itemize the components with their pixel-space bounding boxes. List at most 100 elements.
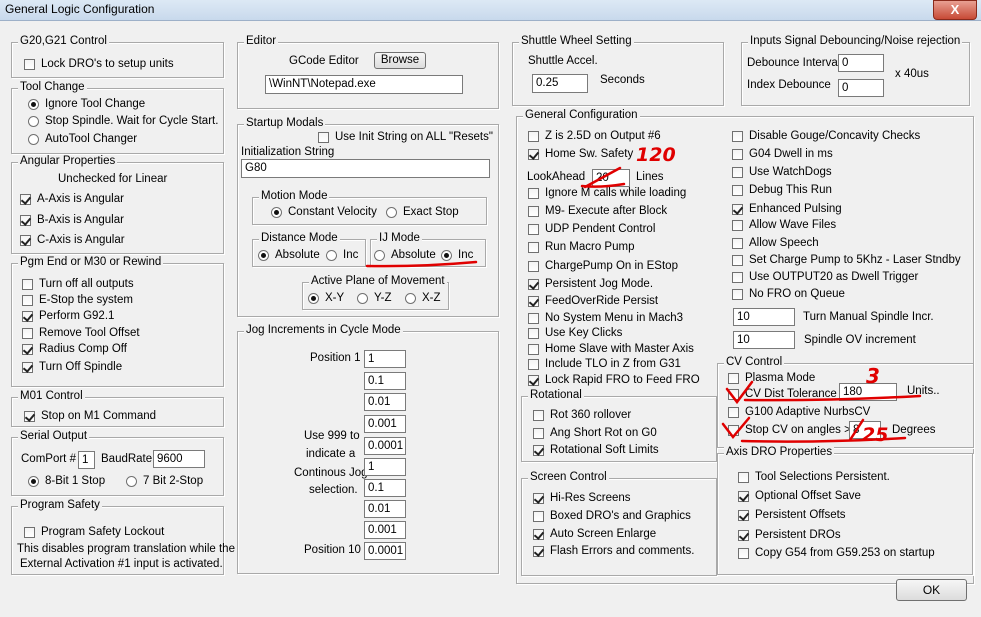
distance-inc-radio[interactable]: Inc (326, 249, 358, 261)
jog-value-9[interactable]: 0.001 (364, 521, 406, 539)
debug-run-checkbox[interactable]: Debug This Run (732, 184, 832, 196)
copy-g54-checkbox[interactable]: Copy G54 from G59.253 on startup (738, 547, 935, 559)
no-system-menu-checkbox[interactable]: No System Menu in Mach3 (528, 312, 683, 324)
debounce-interval-input[interactable]: 0 (838, 54, 884, 72)
use-watchdogs-checkbox[interactable]: Use WatchDogs (732, 166, 832, 178)
b-axis-checkbox[interactable]: B-Axis is Angular (20, 214, 124, 226)
safety-lockout-checkbox[interactable]: Program Safety Lockout (24, 526, 164, 538)
home-slave-checkbox[interactable]: Home Slave with Master Axis (528, 343, 694, 355)
rotational-caption: Rotational (528, 389, 584, 401)
turn-off-spindle-checkbox[interactable]: Turn Off Spindle (22, 361, 122, 373)
ij-caption: IJ Mode (377, 232, 422, 244)
remove-tool-offset-checkbox[interactable]: Remove Tool Offset (22, 327, 140, 339)
m9-execute-checkbox[interactable]: M9- Execute after Block (528, 205, 667, 217)
rot-360-checkbox[interactable]: Rot 360 rollover (533, 409, 631, 421)
baudrate-input[interactable]: 9600 (153, 450, 205, 468)
allow-speech-checkbox[interactable]: Allow Speech (732, 237, 819, 249)
boxed-dros-checkbox[interactable]: Boxed DRO's and Graphics (533, 510, 691, 522)
comport-input[interactable]: 1 (78, 451, 95, 469)
constant-velocity-radio[interactable]: Constant Velocity (271, 206, 377, 218)
persistent-jog-checkbox[interactable]: Persistent Jog Mode. (528, 278, 653, 290)
jog-caption: Jog Increments in Cycle Mode (244, 324, 403, 336)
run-macro-pump-checkbox[interactable]: Run Macro Pump (528, 241, 634, 253)
stop-spindle-radio[interactable]: Stop Spindle. Wait for Cycle Start. (28, 115, 218, 127)
spindle-incr-input[interactable]: 10 (733, 308, 795, 326)
persistent-offsets-checkbox[interactable]: Persistent Offsets (738, 509, 846, 521)
plasma-mode-checkbox[interactable]: Plasma Mode (728, 372, 815, 384)
output20-dwell-checkbox[interactable]: Use OUTPUT20 as Dwell Trigger (732, 271, 918, 283)
turn-off-outputs-checkbox[interactable]: Turn off all outputs (22, 278, 134, 290)
auto-screen-enlarge-checkbox[interactable]: Auto Screen Enlarge (533, 528, 656, 540)
lock-dro-checkbox[interactable]: Lock DRO's to setup units (24, 58, 174, 70)
shuttle-accel-input[interactable]: 0.25 (532, 74, 588, 93)
annotation-tolerance-value: 3 (866, 364, 880, 388)
stop-cv-angles-checkbox[interactable]: Stop CV on angles > (728, 424, 851, 436)
a-axis-checkbox[interactable]: A-Axis is Angular (20, 193, 124, 205)
7bit-radio[interactable]: 7 Bit 2-Stop (126, 475, 203, 487)
startup-caption: Startup Modals (244, 117, 326, 129)
jog-value-5[interactable]: 0.0001 (364, 437, 406, 455)
chargepump-estop-checkbox[interactable]: ChargePump On in EStop (528, 260, 678, 272)
home-sw-safety-checkbox[interactable]: Home Sw. Safety (528, 148, 633, 160)
8bit-radio[interactable]: 8-Bit 1 Stop (28, 475, 105, 487)
charge-pump-5khz-checkbox[interactable]: Set Charge Pump to 5Khz - Laser Stndby (732, 254, 961, 266)
stop-on-m1-checkbox[interactable]: Stop on M1 Command (24, 410, 156, 422)
pgm-end-caption: Pgm End or M30 or Rewind (18, 256, 164, 268)
z-2.5d-checkbox[interactable]: Z is 2.5D on Output #6 (528, 130, 661, 142)
lookahead-input[interactable]: 20 (592, 169, 630, 187)
shuttle-caption: Shuttle Wheel Setting (519, 35, 634, 47)
auto-tool-changer-radio[interactable]: AutoTool Changer (28, 133, 137, 145)
persistent-dros-checkbox[interactable]: Persistent DROs (738, 529, 841, 541)
c-axis-checkbox[interactable]: C-Axis is Angular (20, 234, 125, 246)
jog-value-10[interactable]: 0.0001 (364, 542, 406, 560)
perform-g92-checkbox[interactable]: Perform G92.1 (22, 310, 114, 322)
tool-selections-persistent-checkbox[interactable]: Tool Selections Persistent. (738, 471, 890, 483)
exact-stop-radio[interactable]: Exact Stop (386, 206, 459, 218)
jog-value-1[interactable]: 1 (364, 350, 406, 368)
g04-dwell-checkbox[interactable]: G04 Dwell in ms (732, 148, 833, 160)
allow-wave-files-checkbox[interactable]: Allow Wave Files (732, 219, 836, 231)
jog-value-7[interactable]: 0.1 (364, 479, 406, 497)
no-fro-queue-checkbox[interactable]: No FRO on Queue (732, 288, 845, 300)
radius-comp-off-checkbox[interactable]: Radius Comp Off (22, 343, 127, 355)
enhanced-pulsing-checkbox[interactable]: Enhanced Pulsing (732, 203, 842, 215)
ignore-tool-change-radio[interactable]: Ignore Tool Change (28, 98, 145, 110)
include-tlo-checkbox[interactable]: Include TLO in Z from G31 (528, 358, 681, 370)
close-button[interactable]: X (933, 0, 977, 20)
ang-short-rot-checkbox[interactable]: Ang Short Rot on G0 (533, 427, 657, 439)
distance-absolute-radio[interactable]: Absolute (258, 249, 320, 261)
jog-value-6[interactable]: 1 (364, 458, 406, 476)
ij-absolute-radio[interactable]: Absolute (374, 249, 436, 261)
hi-res-screens-checkbox[interactable]: Hi-Res Screens (533, 492, 631, 504)
editor-path-input[interactable]: \WinNT\Notepad.exe (265, 75, 463, 94)
ignore-m-calls-checkbox[interactable]: Ignore M calls while loading (528, 187, 686, 199)
plane-yz-radio[interactable]: Y-Z (357, 292, 391, 304)
lock-rapid-fro-checkbox[interactable]: Lock Rapid FRO to Feed FRO (528, 374, 700, 386)
screen-caption: Screen Control (528, 471, 609, 483)
use-init-string-checkbox[interactable]: Use Init String on ALL "Resets" (318, 131, 493, 143)
flash-errors-checkbox[interactable]: Flash Errors and comments. (533, 545, 694, 557)
browse-button[interactable]: Browse (374, 52, 426, 69)
optional-offset-save-checkbox[interactable]: Optional Offset Save (738, 490, 861, 502)
jog-note-3: Continous Jog (294, 467, 368, 479)
init-string-input[interactable]: G80 (241, 159, 490, 178)
use-key-clicks-checkbox[interactable]: Use Key Clicks (528, 327, 622, 339)
jog-value-3[interactable]: 0.01 (364, 393, 406, 411)
udp-pendent-checkbox[interactable]: UDP Pendent Control (528, 223, 655, 235)
plane-xz-radio[interactable]: X-Z (405, 292, 441, 304)
shuttle-wheel-group: Shuttle Wheel Setting Shuttle Accel. 0.2… (512, 35, 724, 106)
plane-xy-radio[interactable]: X-Y (308, 292, 344, 304)
ok-button[interactable]: OK (896, 579, 967, 601)
jog-value-2[interactable]: 0.1 (364, 372, 406, 390)
jog-value-4[interactable]: 0.001 (364, 415, 406, 433)
estop-system-checkbox[interactable]: E-Stop the system (22, 294, 133, 306)
spindle-ov-input[interactable]: 10 (733, 331, 795, 349)
ij-inc-radio[interactable]: Inc (441, 249, 473, 261)
cv-dist-tolerance-checkbox[interactable]: CV Dist Tolerance (728, 388, 837, 400)
jog-value-8[interactable]: 0.01 (364, 500, 406, 518)
feedoverride-persist-checkbox[interactable]: FeedOverRide Persist (528, 295, 658, 307)
rotational-soft-limits-checkbox[interactable]: Rotational Soft Limits (533, 444, 659, 456)
disable-gouge-checkbox[interactable]: Disable Gouge/Concavity Checks (732, 130, 920, 142)
g100-nurbs-checkbox[interactable]: G100 Adaptive NurbsCV (728, 406, 870, 418)
index-debounce-input[interactable]: 0 (838, 79, 884, 97)
